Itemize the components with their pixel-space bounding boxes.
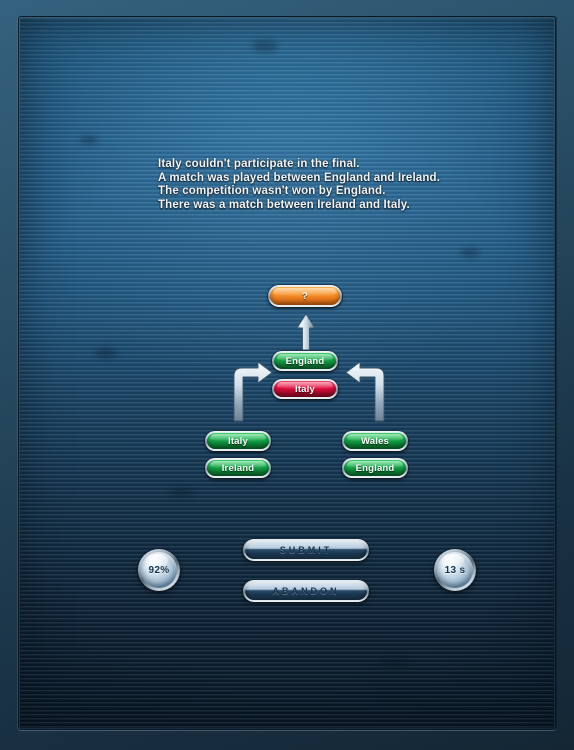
abandon-button-label: ABANDON	[272, 586, 340, 596]
quarterfinal-slot-label: Italy	[227, 435, 248, 447]
clue-line: The competition wasn't won by England.	[158, 185, 386, 197]
game-screen: Italy couldn't participate in the final.…	[20, 18, 554, 728]
quarterfinal-slot-label: Ireland	[221, 462, 255, 474]
timer-gauge: 13 s	[434, 549, 476, 591]
arrow-elbow-left	[228, 360, 274, 422]
submit-button[interactable]: SUBMIT	[243, 539, 369, 561]
arrow-elbow-right	[344, 360, 390, 422]
quarterfinal-left-ireland[interactable]: Ireland	[205, 458, 271, 478]
quarterfinal-slot-label: England	[355, 462, 395, 474]
quarterfinal-slot-label: Wales	[360, 435, 390, 447]
quarterfinal-slot-body: Ireland	[207, 460, 269, 476]
arrow-up-to-final	[295, 313, 317, 351]
quarterfinal-right-england[interactable]: England	[342, 458, 408, 478]
semifinal-slot-label: England	[285, 355, 325, 367]
quarterfinal-slot-body: Wales	[344, 433, 406, 449]
quarterfinal-right-wales[interactable]: Wales	[342, 431, 408, 451]
score-value: 92%	[148, 564, 170, 576]
clue-line: Italy couldn't participate in the final.	[158, 158, 360, 170]
semifinal-slot-label: Italy	[294, 383, 315, 395]
app-frame: Italy couldn't participate in the final.…	[0, 0, 574, 750]
clue-list: Italy couldn't participate in the final.…	[158, 158, 488, 212]
submit-button-face: SUBMIT	[245, 541, 367, 559]
quarterfinal-left-italy[interactable]: Italy	[205, 431, 271, 451]
quarterfinal-slot-body: Italy	[207, 433, 269, 449]
semifinal-slot-body: England	[274, 353, 336, 369]
quarterfinal-slot-body: England	[344, 460, 406, 476]
clue-line: There was a match between Ireland and It…	[158, 198, 410, 211]
submit-button-label: SUBMIT	[279, 545, 333, 555]
semifinal-slot-body: Italy	[274, 381, 336, 397]
abandon-button-face: ABANDON	[245, 582, 367, 600]
clue-line: A match was played between England and I…	[158, 171, 441, 184]
score-gauge: 92%	[138, 549, 180, 591]
final-slot[interactable]: ?	[268, 285, 342, 307]
semifinal-slot-italy[interactable]: Italy	[272, 379, 338, 399]
timer-value: 13 s	[444, 564, 466, 576]
timer-gauge-face: 13 s	[437, 552, 473, 588]
final-slot-body: ?	[270, 287, 340, 305]
score-gauge-face: 92%	[141, 552, 177, 588]
semifinal-slot-england[interactable]: England	[272, 351, 338, 371]
abandon-button[interactable]: ABANDON	[243, 580, 369, 602]
final-slot-label: ?	[301, 290, 308, 302]
